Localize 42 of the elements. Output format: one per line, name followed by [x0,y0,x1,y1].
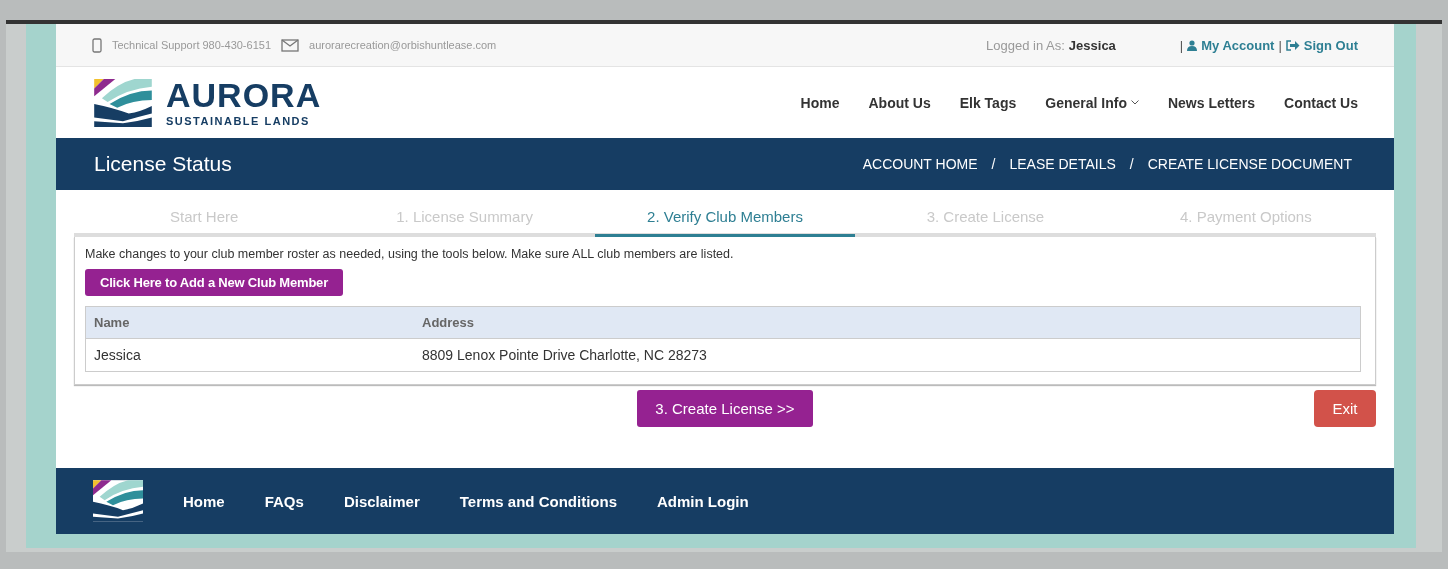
footer-link[interactable]: FAQs [264,492,304,510]
brand-name: AURORA [166,78,322,112]
table-cell: Jessica [85,338,414,372]
breadcrumb-link[interactable]: CREATE LICENSE DOCUMENT [1147,156,1352,172]
nav-link[interactable]: News Letters [1167,94,1256,111]
nav-link[interactable]: Elk Tags [959,94,1017,111]
page-title: License Status [94,152,232,176]
separator-text: | [1278,37,1282,53]
envelope-icon [281,38,299,52]
add-member-button[interactable]: Click Here to Add a New Club Member [85,269,343,296]
footer-link[interactable]: Home [183,492,225,510]
breadcrumb-link[interactable]: LEASE DETAILS [1009,156,1116,172]
nav-link[interactable]: Home [800,94,840,111]
support-phone: Technical Support 980-430-6151 [112,39,271,51]
footer-link[interactable]: Terms and Conditions [459,492,617,510]
brand-tagline: SUSTAINABLE LANDS [166,115,311,127]
instructions-text: Make changes to your club member roster as needed, using the tools below. Make sure ALL club members are listed. [85,247,735,261]
logo-icon [94,78,152,127]
breadcrumb-link[interactable]: ACCOUNT HOME [862,156,978,172]
phone-icon [92,37,102,53]
person-icon [1187,39,1198,51]
sign-out-icon [1285,39,1300,51]
footer-logo-icon [93,480,143,522]
footer-link[interactable]: Admin Login [657,492,749,510]
my-account-link[interactable]: My Account [1201,37,1275,53]
user-name: Jessica [1068,37,1116,53]
breadcrumb-separator: / [1129,156,1134,172]
nav-link[interactable]: Contact Us [1284,94,1358,111]
step-tab[interactable]: 2. Verify Club Members [594,196,856,237]
create-license-button[interactable]: 3. Create License >> [637,390,813,427]
support-email: aurorarecreation@orbishuntlease.com [309,39,497,51]
footer-link[interactable]: Disclaimer [343,492,420,510]
sign-out-link[interactable]: Sign Out [1303,37,1358,53]
nav-link[interactable]: About Us [868,94,931,111]
breadcrumb-separator: / [991,156,996,172]
nav-link[interactable]: General Info [1045,94,1139,111]
column-header: Name [85,306,414,339]
table-cell: 8809 Lenox Pointe Drive Charlotte, NC 28273 [414,338,1361,372]
logged-in-label: Logged in As: [986,37,1065,53]
column-header: Address [414,306,1361,339]
exit-button[interactable]: Exit [1314,390,1376,427]
separator-text: | [1179,37,1184,53]
